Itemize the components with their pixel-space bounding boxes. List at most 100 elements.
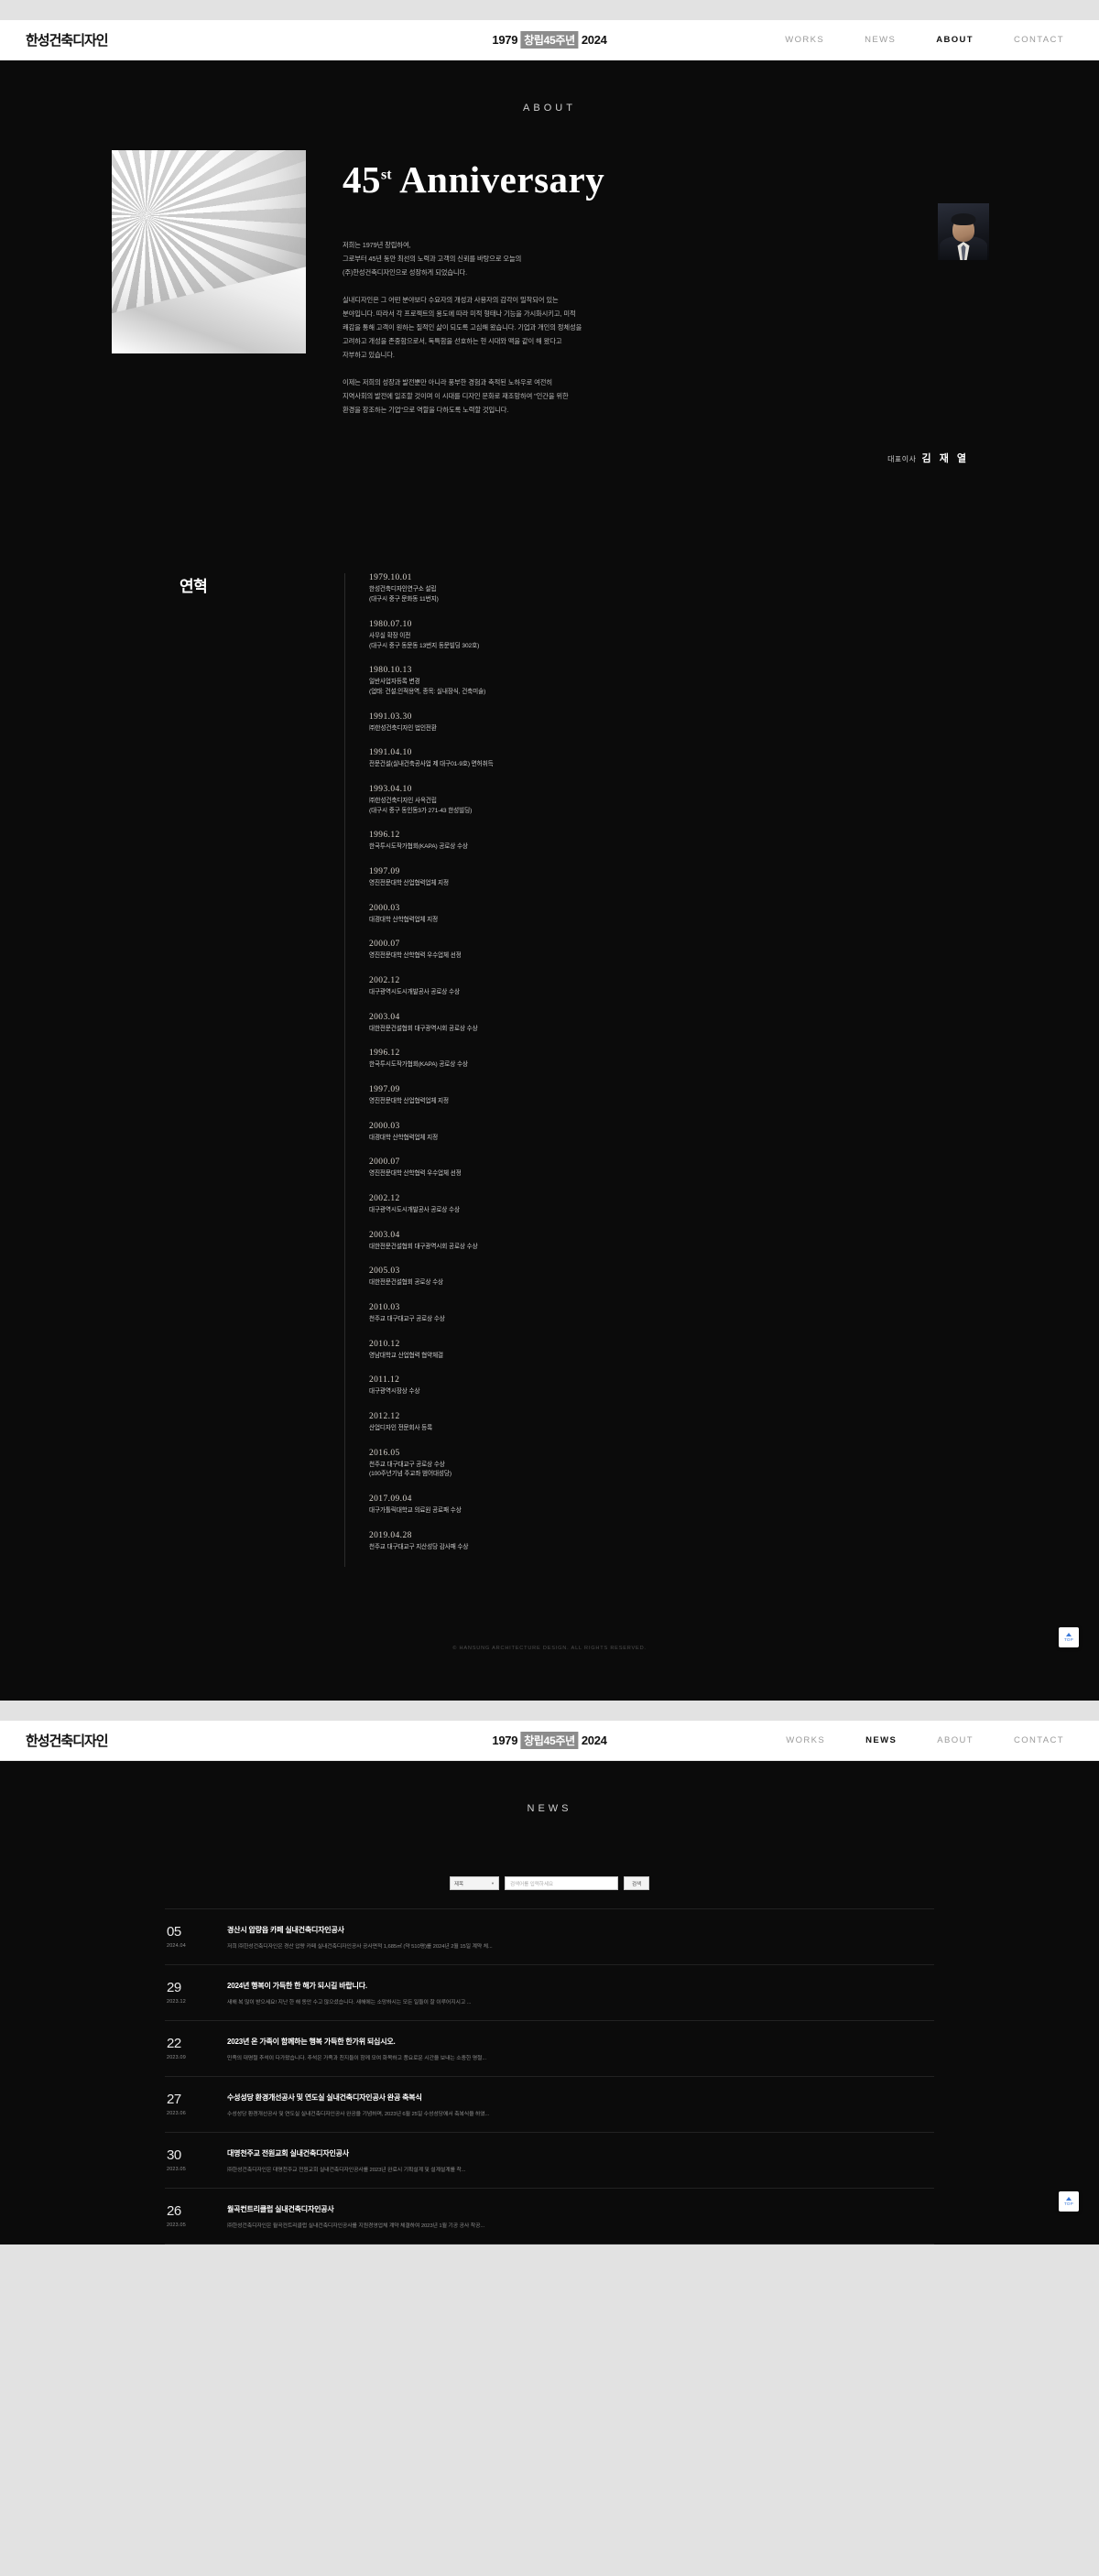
history-item-description: 대구광역시도시개발공사 공로상 수상	[369, 988, 460, 995]
history-item-date: 1993.04.10	[369, 784, 412, 794]
anniversary-badge: 1979 창립45주년 2024	[492, 31, 607, 49]
news-date: 05 2024.04	[167, 1925, 209, 1949]
history-item-description: 한성건축디자인연구소 설립	[369, 586, 437, 593]
nav-item-news[interactable]: NEWS	[865, 35, 896, 45]
history-item: 2003.04 대한전문건설협회 대구광역시회 공로상 수상	[369, 1013, 711, 1035]
site-logo-news[interactable]: 한성건축디자인	[26, 1731, 109, 1750]
history-item: 1996.12 한국투시도작가협회(KAPA) 공로상 수상	[369, 831, 711, 853]
news-day: 05	[167, 1924, 181, 1940]
news-title[interactable]: 수성성당 환경개선공사 및 연도실 실내건축디자인공사 완공 축복식	[227, 2092, 489, 2103]
history-item-description: 대구가톨릭대학교 의료원 공로패 수상	[369, 1506, 462, 1514]
news-text: 월곡컨트리클럽 실내건축디자인공사 ㈜한성건축디자인은 월곡컨트리클럽 실내건축디…	[227, 2204, 484, 2229]
history-item: 2019.04.28 천주교 대구대교구 지산성당 감사패 수상	[369, 1531, 711, 1553]
scroll-to-top-button[interactable]: TOP	[1059, 1627, 1079, 1648]
news-row[interactable]: 29 2023.12 2024년 행복이 가득한 한 해가 되시길 바랍니다. 새해 …	[165, 1965, 934, 2022]
news-title[interactable]: 경산시 압량읍 카페 실내건축디자인공사	[227, 1925, 493, 1935]
news-year-month: 2024.04	[167, 1943, 186, 1950]
history-item: 2017.09.04 대구가톨릭대학교 의료원 공로패 수상	[369, 1495, 711, 1516]
history-item-date: 2002.12	[369, 975, 400, 985]
news-title[interactable]: 대명천주교 전원교회 실내건축디자인공사	[227, 2148, 465, 2158]
about-page: 한성건축디자인 1979 창립45주년 2024 WORKS NEWS ABOU…	[0, 20, 1099, 1701]
nav-item-about-news[interactable]: ABOUT	[937, 1735, 974, 1745]
history-item: 2010.03 천주교 대구대교구 공로상 수상	[369, 1303, 711, 1325]
history-item-date: 2000.07	[369, 1158, 400, 1168]
history-item: 2010.12 영남대학교 산업협력 협약체결	[369, 1340, 711, 1362]
nav-item-works[interactable]: WORKS	[785, 35, 824, 45]
architecture-swirl-graphic	[112, 150, 306, 353]
history-item-description: ㈜한성건축디자인 사옥건립	[369, 797, 437, 804]
nav-item-contact-news[interactable]: CONTACT	[1014, 1735, 1064, 1745]
news-title[interactable]: 2024년 행복이 가득한 한 해가 되시길 바랍니다.	[227, 1981, 471, 1991]
history-item: 2000.03 대경대학 산학협력업체 지정	[369, 904, 711, 926]
news-title[interactable]: 2023년 온 가족이 함께하는 행복 가득한 한가위 되십시오.	[227, 2037, 486, 2047]
logo-text-news: 한성건축디자인	[26, 1734, 109, 1750]
ceo-role: 대표이사	[887, 455, 917, 464]
history-item-date: 1996.12	[369, 1049, 400, 1059]
news-year-month: 2023.05	[167, 2167, 186, 2173]
news-day: 22	[167, 2036, 181, 2052]
news-row[interactable]: 27 2023.06 수성성당 환경개선공사 및 연도실 실내건축디자인공사 완공 …	[165, 2077, 934, 2134]
anniversary-badge-label-news: 창립45주년	[520, 1732, 579, 1750]
history-item-description: 대한전문건설협회 대구광역시회 공로상 수상	[369, 1243, 478, 1250]
about-paragraphs: 저희는 1979년 창립하여, 그로부터 45년 동안 최선의 노력과 고객의 …	[343, 239, 989, 417]
history-item-description: 대구광역시장상 수상	[369, 1388, 420, 1396]
history-item-description: 대구광역시도시개발공사 공로상 수상	[369, 1206, 460, 1213]
news-search-button[interactable]: 검색	[624, 1876, 649, 1891]
scroll-to-top-button-news[interactable]: TOP	[1059, 2191, 1079, 2212]
history-item-description: 영남대학교 산업협력 협약체결	[369, 1352, 444, 1359]
history-item-date: 1997.09	[369, 866, 400, 876]
history-item-date: 1991.04.10	[369, 748, 412, 758]
history-item: 1991.04.10 전문건설(실내건축공사업 제 대구01-9호) 면허취득	[369, 748, 711, 770]
history-item-description: ㈜한성건축디자인 법인전환	[369, 724, 437, 732]
history-list: 1979.10.01 한성건축디자인연구소 설립 (대구시 중구 문화동 11번지)…	[344, 573, 711, 1568]
news-year-month: 2023.06	[167, 2111, 186, 2117]
history-item-date: 2003.04	[369, 1230, 400, 1240]
news-row[interactable]: 05 2024.04 경산시 압량읍 카페 실내건축디자인공사저희 ㈜한성건축디자인…	[165, 1908, 934, 1966]
news-year-month: 2023.12	[167, 1999, 186, 2005]
history-item-description: 일반사업자등록 변경	[369, 679, 420, 686]
history-section: 연혁 1979.10.01 한성건축디자인연구소 설립 (대구시 중구 문화동 11…	[0, 465, 1099, 1568]
main-nav: WORKS NEWS ABOUT CONTACT	[785, 35, 1073, 45]
news-date: 22 2023.09	[167, 2037, 209, 2060]
news-year-month: 2023.05	[167, 2223, 186, 2229]
history-item: 1997.09 영진전문대학 산업협력업체 지정	[369, 867, 711, 889]
history-item-description: 한국투시도작가협회(KAPA) 공로상 수상	[369, 843, 468, 851]
news-row[interactable]: 22 2023.09 2023년 온 가족이 함께하는 행복 가득한 한가위 되십시…	[165, 2021, 934, 2078]
history-item-date: 1980.07.10	[369, 619, 412, 629]
anniversary-start-year-news: 1979	[492, 1734, 518, 1748]
history-item: 2000.03 대경대학 산학협력업체 지정	[369, 1122, 711, 1144]
history-item-date: 2002.12	[369, 1193, 400, 1203]
news-search-input[interactable]: 검색어를 입력하세요	[505, 1876, 618, 1891]
anniversary-badge-label: 창립45주년	[520, 31, 579, 49]
about-section-title: ABOUT	[523, 103, 576, 114]
site-header-news: 한성건축디자인 1979 창립45주년 2024 WORKS NEWS ABOU…	[0, 1721, 1099, 1762]
about-headline: 45st Anniversary	[343, 150, 989, 199]
nav-item-works-news[interactable]: WORKS	[786, 1735, 825, 1745]
headline-ordinal: st	[381, 167, 392, 183]
news-row[interactable]: 26 2023.05 월곡컨트리클럽 실내건축디자인공사 ㈜한성건축디자인은 월곡컨트…	[165, 2189, 934, 2245]
history-item-description: 영진전문대학 산학협력 우수업체 선정	[369, 952, 462, 960]
news-list: 05 2024.04 경산시 압량읍 카페 실내건축디자인공사저희 ㈜한성건축디자인…	[0, 1908, 1099, 2245]
history-item-date: 2016.05	[369, 1448, 400, 1458]
news-row[interactable]: 30 2023.05 대명천주교 전원교회 실내건축디자인공사 ㈜한성건축디자인은 대…	[165, 2133, 934, 2190]
news-section-title: NEWS	[527, 1803, 572, 1815]
ceo-signature: 대표이사 김 재 열	[343, 430, 989, 465]
history-item-description: 대한전문건설협회 대구광역시회 공로상 수상	[369, 1025, 478, 1032]
chevron-down-icon: ▼	[491, 1881, 495, 1886]
history-item: 2011.12 대구광역시장상 수상	[369, 1375, 711, 1397]
nav-item-about[interactable]: ABOUT	[936, 35, 974, 45]
news-excerpt: 저희 ㈜한성건축디자인은 경산 압량 카페 실내건축디자인공사 공사면적 1,6…	[227, 1944, 493, 1951]
news-search-field-select[interactable]: 제목 ▼	[450, 1876, 499, 1891]
site-logo[interactable]: 한성건축디자인	[26, 30, 109, 49]
news-text: 2023년 온 가족이 함께하는 행복 가득한 한가위 되십시오. 민족의 대명절…	[227, 2037, 486, 2061]
nav-item-news-news[interactable]: NEWS	[865, 1735, 897, 1745]
headline-word: Anniversary	[399, 158, 605, 201]
history-item: 2000.07 영진전문대학 산학협력 우수업체 선정	[369, 1158, 711, 1179]
history-item-description: 영진전문대학 산학협력 우수업체 선정	[369, 1170, 462, 1178]
nav-item-contact[interactable]: CONTACT	[1014, 35, 1064, 45]
news-text: 2024년 행복이 가득한 한 해가 되시길 바랍니다. 새해 복 많이 받으세요…	[227, 1981, 471, 2005]
news-excerpt: 새해 복 많이 받으세요! 지난 한 해 동안 수고 많으셨습니다. 새해에는 …	[227, 2000, 472, 2006]
history-item-date: 2011.12	[369, 1375, 400, 1386]
history-item-description: 한국투시도작가협회(KAPA) 공로상 수상	[369, 1061, 468, 1069]
news-title[interactable]: 월곡컨트리클럽 실내건축디자인공사	[227, 2204, 484, 2214]
